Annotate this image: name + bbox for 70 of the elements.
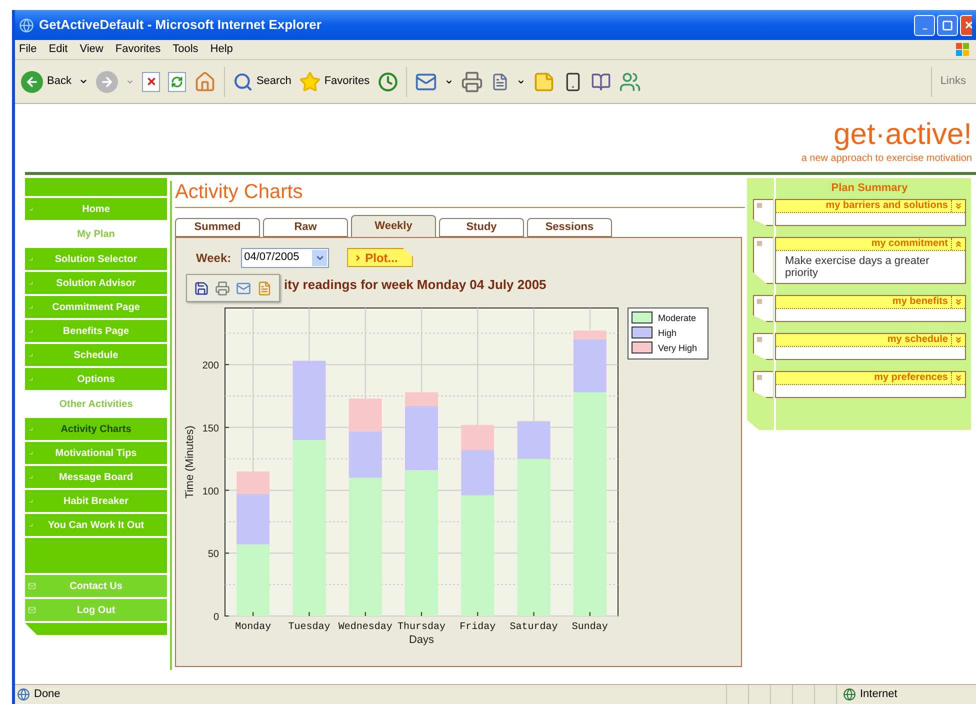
x-tick-label: Wednesday — [338, 622, 392, 633]
menu-item[interactable]: Favorites — [115, 41, 161, 58]
x-tick-label: Friday — [460, 622, 496, 633]
y-tick-label: 150 — [202, 423, 219, 434]
sidebar-section-label: Other Activities — [59, 398, 133, 412]
links-label[interactable]: Links — [940, 73, 970, 90]
sidebar-section-label: My Plan — [77, 228, 115, 242]
tab[interactable]: Summed — [175, 218, 260, 237]
sidebar-link[interactable]: Benefits Page — [25, 320, 167, 342]
menu-item[interactable]: File — [19, 41, 37, 58]
sidebar-link[interactable]: Motivational Tips — [25, 442, 167, 464]
y-axis-title: Time (Minutes) — [184, 426, 196, 498]
sidebar-link[interactable]: Solution Selector — [25, 248, 167, 270]
y-tick-label: 50 — [208, 549, 219, 560]
x-axis-title: Days — [408, 634, 434, 646]
site-logo[interactable]: get·active! — [834, 119, 972, 151]
favorites-button[interactable]: Favorites — [299, 70, 370, 92]
y-tick-label: 100 — [202, 486, 219, 498]
status-text: Done — [34, 687, 60, 702]
card-title: my preferences — [874, 373, 949, 383]
tab[interactable]: Study — [439, 218, 524, 237]
x-tick-label: Monday — [235, 622, 272, 633]
card-header[interactable]: my benefits — [776, 296, 965, 309]
card-header[interactable]: my commitment — [776, 238, 965, 251]
sidebar-link[interactable]: Activity Charts — [25, 418, 167, 440]
sidebar-link[interactable]: Schedule — [25, 344, 167, 366]
sidebar-link[interactable]: Solution Advisor — [25, 272, 167, 294]
x-tick-label: Tuesday — [288, 622, 330, 633]
tab[interactable]: Weekly — [351, 215, 436, 237]
sidebar-link[interactable]: Log Out — [25, 599, 167, 621]
sidebar-link[interactable]: You Can Work It Out — [25, 514, 167, 536]
card-title: my benefits — [892, 297, 949, 307]
chart-title: ity readings for week Monday 04 July 2005 — [284, 276, 546, 294]
sidebar-link[interactable]: Options — [25, 368, 167, 390]
sidebar-link[interactable]: Habit Breaker — [25, 490, 167, 512]
y-tick-label: 0 — [213, 612, 219, 623]
window-title: GetActiveDefault - Microsoft Internet Explorer — [39, 16, 322, 34]
x-tick-label: Thursday — [398, 622, 446, 633]
legend-label: Moderate — [658, 313, 696, 323]
week-dropdown[interactable]: 04/07/2005 — [241, 248, 330, 268]
menu-item[interactable]: Tools — [172, 41, 198, 58]
sidebar-link[interactable]: Message Board — [25, 466, 167, 488]
sidebar-link[interactable]: Commitment Page — [25, 296, 167, 318]
legend-label: High — [658, 328, 677, 338]
page-heading: Activity Charts — [175, 181, 303, 203]
tab[interactable]: Raw — [263, 218, 348, 237]
menu-item[interactable]: Edit — [48, 41, 68, 58]
card-text: Make exercise days a greater priority — [785, 255, 930, 279]
y-tick-label: 200 — [202, 360, 219, 372]
sidebar-link[interactable]: Home — [25, 198, 167, 220]
x-tick-label: Saturday — [510, 622, 558, 633]
card-title: my schedule — [887, 335, 949, 345]
legend-label: Very High — [658, 343, 698, 353]
menu-item[interactable]: View — [80, 41, 104, 58]
search-button[interactable]: Search — [233, 72, 292, 92]
panel-title: Plan Summary — [831, 180, 908, 196]
card-header[interactable]: my preferences — [776, 372, 965, 385]
card-header[interactable]: my schedule — [776, 334, 965, 347]
tab[interactable]: Sessions — [527, 218, 612, 237]
x-tick-label: Sunday — [572, 622, 608, 633]
card-header[interactable]: my barriers and solutions — [776, 200, 965, 213]
back-button[interactable]: Back — [21, 70, 72, 92]
sidebar-link[interactable]: Contact Us — [25, 575, 167, 597]
plot-button[interactable]: Plot... — [347, 248, 413, 267]
week-label: Week: — [196, 250, 232, 266]
zone-label: Internet — [860, 687, 898, 702]
card-title: my barriers and solutions — [826, 201, 949, 211]
menu-item[interactable]: Help — [210, 41, 233, 58]
card-title: my commitment — [871, 239, 949, 249]
tagline: a new approach to exercise motivation — [801, 152, 972, 166]
